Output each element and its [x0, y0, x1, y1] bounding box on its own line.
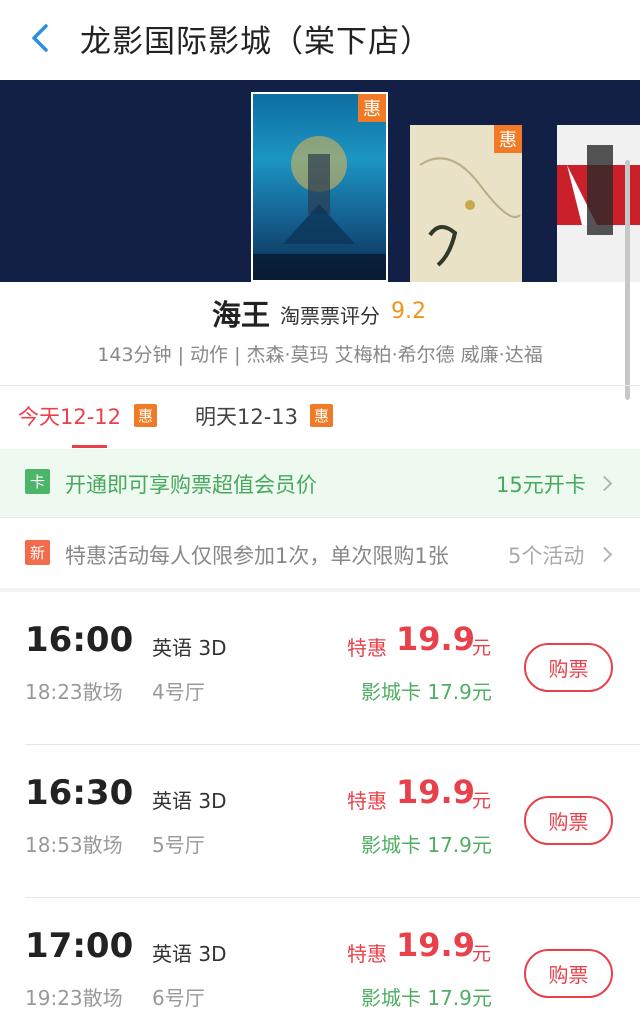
language-format: 英语 3D [152, 636, 227, 660]
top-bar: 龙影国际影城（棠下店） [0, 0, 640, 80]
rating-label: 淘票票评分 [280, 304, 380, 328]
price: 19.9 [396, 926, 475, 964]
end-time: 18:53散场 [25, 833, 123, 857]
discount-tag: 惠 [310, 404, 333, 427]
card-price: 影城卡 17.9元 [361, 680, 492, 704]
tab-tomorrow[interactable]: 明天12-13 [195, 401, 298, 431]
chevron-right-icon [596, 475, 613, 492]
buy-ticket-button[interactable]: 购票 [524, 796, 613, 845]
card-badge: 卡 [25, 469, 50, 494]
price-unit: 元 [472, 637, 492, 659]
promo-count: 5个活动 [508, 544, 585, 568]
discount-tag: 惠 [494, 125, 522, 153]
language-format: 英语 3D [152, 942, 227, 966]
member-card-price: 15元开卡 [496, 473, 586, 497]
buy-ticket-button[interactable]: 购票 [524, 949, 613, 998]
discount-tag: 惠 [358, 94, 386, 122]
start-time: 17:00 [25, 926, 134, 966]
active-tab-indicator [72, 445, 107, 448]
promo-text: 特惠活动每人仅限参加1次，单次限购1张 [65, 544, 449, 568]
movie-title: 海王 [212, 298, 271, 332]
end-time: 18:23散场 [25, 680, 123, 704]
card-price: 影城卡 17.9元 [361, 986, 492, 1010]
end-time: 19:23散场 [25, 986, 123, 1010]
promo-banner[interactable]: 新 特惠活动每人仅限参加1次，单次限购1张 5个活动 [0, 518, 640, 588]
special-label: 特惠 [347, 636, 387, 660]
rating-score: 9.2 [391, 299, 426, 324]
movie-meta: 143分钟 | 动作 | 杰森·莫玛 艾梅柏·希尔德 威廉·达福 [97, 344, 543, 366]
discount-tag: 惠 [134, 404, 157, 427]
tab-today[interactable]: 今天12-12 [18, 401, 121, 431]
buy-ticket-button[interactable]: 购票 [524, 643, 613, 692]
hall-name: 4号厅 [152, 680, 205, 704]
showtime-row: 17:00 19:23散场 英语 3D 6号厅 特惠 19.9 元 影城卡 17… [0, 898, 640, 1031]
hall-name: 6号厅 [152, 986, 205, 1010]
start-time: 16:00 [25, 620, 134, 660]
back-icon[interactable] [22, 18, 62, 58]
showtime-row: 16:30 18:53散场 英语 3D 5号厅 特惠 19.9 元 影城卡 17… [0, 745, 640, 898]
page-title: 龙影国际影城（棠下店） [80, 24, 432, 60]
price: 19.9 [396, 620, 475, 658]
start-time: 16:30 [25, 773, 134, 813]
hall-name: 5号厅 [152, 833, 205, 857]
poster-selected[interactable]: 惠 [251, 92, 388, 282]
showtime-row: 16:00 18:23散场 英语 3D 4号厅 特惠 19.9 元 影城卡 17… [0, 592, 640, 745]
special-label: 特惠 [347, 942, 387, 966]
price-unit: 元 [472, 943, 492, 965]
price-unit: 元 [472, 790, 492, 812]
member-promo-text: 开通即可享购票超值会员价 [65, 473, 317, 497]
card-price: 影城卡 17.9元 [361, 833, 492, 857]
new-badge: 新 [25, 540, 50, 565]
member-card-banner[interactable]: 卡 开通即可享购票超值会员价 15元开卡 [0, 449, 640, 517]
special-label: 特惠 [347, 789, 387, 813]
language-format: 英语 3D [152, 789, 227, 813]
divider [0, 385, 640, 386]
price: 19.9 [396, 773, 475, 811]
chevron-right-icon [596, 546, 613, 563]
poster-item[interactable]: 惠 [410, 125, 522, 282]
